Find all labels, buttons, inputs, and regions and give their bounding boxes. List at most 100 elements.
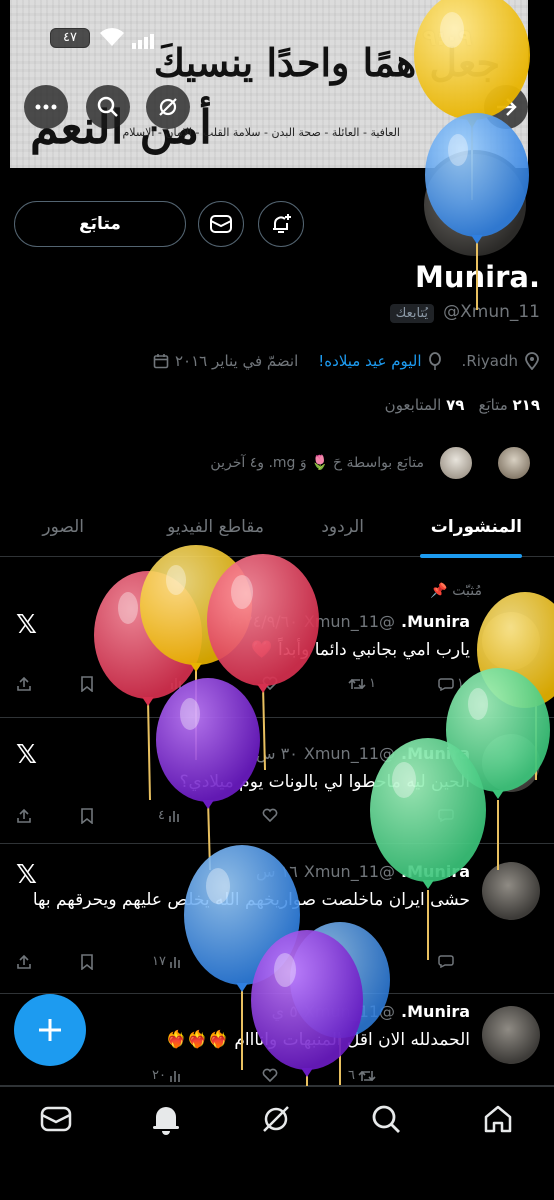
nav-search[interactable] (370, 1103, 402, 1135)
nav-notifications[interactable] (150, 1103, 182, 1135)
back-button[interactable] (484, 85, 528, 129)
share-icon (17, 954, 31, 969)
reply-button[interactable]: ١ (438, 676, 464, 691)
location-icon (525, 352, 539, 370)
chart-icon (171, 678, 181, 689)
search-button[interactable] (86, 85, 130, 129)
balloon-icon (428, 352, 441, 370)
chart-icon (170, 1070, 180, 1082)
post-text: الحين ليه ماحطوا لي بالونات يوم ميلادي؟ (179, 772, 471, 792)
notifications-button[interactable] (258, 201, 304, 247)
bookmark-icon (81, 808, 93, 824)
calendar-icon (153, 354, 169, 369)
post-item[interactable]: 𝕏 Munira. @Xmun_11 ٣٠ س الحين ليه ماحطوا… (0, 718, 554, 844)
share-button[interactable] (16, 808, 32, 824)
like-button[interactable] (262, 808, 281, 822)
views-count[interactable]: ١٧ (152, 954, 183, 969)
follow-counts: ٢١٩ متابَع ٧٩ المتابعون (385, 396, 540, 414)
x-logo-icon: 𝕏 (16, 610, 37, 640)
post-actions: ١ ١ (0, 676, 470, 698)
nav-grok[interactable] (260, 1103, 292, 1135)
post-avatar[interactable] (482, 734, 540, 792)
share-icon (17, 676, 31, 691)
home-icon (484, 1105, 512, 1133)
birthday-text[interactable]: اليوم عيد ميلاده! (318, 352, 421, 370)
repost-icon (358, 1070, 376, 1081)
tab-replies[interactable]: الردود (321, 517, 364, 537)
status-time: ٩:٠٩ (422, 26, 472, 51)
search-icon (97, 96, 118, 117)
heart-icon (262, 676, 278, 690)
heart-icon (262, 808, 278, 822)
views-count[interactable]: ٢٠ (152, 1068, 183, 1083)
reply-icon (438, 955, 454, 968)
follower-avatar (438, 445, 474, 481)
plus-icon (39, 1019, 61, 1041)
repost-button[interactable]: ١ (348, 676, 376, 691)
post-text: حشى ايران ماخلصت صواريخهم الله يخلص عليه… (32, 890, 470, 910)
active-tab-indicator (420, 554, 522, 558)
envelope-icon (40, 1106, 72, 1132)
joined-text: انضمّ في يناير ٢٠١٦ (175, 352, 299, 370)
bookmark-button[interactable] (80, 676, 94, 692)
follower-avatar (496, 445, 532, 481)
compose-post-button[interactable] (14, 994, 86, 1066)
message-button[interactable] (198, 201, 244, 247)
profile-meta: Riyadh. اليوم عيد ميلاده! انضمّ في يناير… (153, 352, 540, 370)
location-text: Riyadh. (461, 352, 518, 370)
tab-photos[interactable]: الصور (42, 517, 84, 537)
post-avatar[interactable] (482, 1006, 540, 1064)
post-actions: ١٧ (0, 954, 470, 976)
wifi-icon (98, 26, 126, 54)
reply-button[interactable] (438, 954, 457, 968)
bookmark-icon (81, 676, 93, 692)
chart-icon (169, 810, 179, 822)
post-header: Munira. @Xmun_11 ١٦ س (256, 862, 470, 881)
following-count-link[interactable]: ٢١٩ متابَع (478, 396, 540, 414)
status-bar: ٤٧ ٩:٠٩ (0, 0, 554, 60)
post-avatar[interactable] (482, 862, 540, 920)
pinned-label: مُثبّت 📌 (430, 583, 482, 599)
bottom-nav (0, 1086, 554, 1200)
tab-posts[interactable]: المنشورات (431, 517, 522, 537)
nav-home[interactable] (482, 1103, 514, 1135)
post-text: يارب امي بجانبي دائما وأبداً ❤️ (251, 640, 470, 660)
tab-videos[interactable]: مقاطع الفيديو (167, 517, 264, 537)
repost-button[interactable]: ٦ (348, 1068, 376, 1083)
nav-messages[interactable] (40, 1103, 72, 1135)
profile-avatar[interactable] (420, 150, 530, 260)
bell-plus-icon (273, 214, 291, 233)
post-header: Munira. @Xmun_11 ٥ ي (271, 1002, 470, 1021)
post-header: Munira. @Xmun_11 ٣٠ س (256, 744, 470, 763)
post-actions: ٤ (0, 808, 470, 830)
heart-icon (262, 1068, 278, 1082)
like-button[interactable] (262, 676, 281, 690)
envelope-icon (210, 215, 232, 233)
post-item[interactable]: 𝕏 Munira. @Xmun_11 ١٦ س حشى ايران ماخلصت… (0, 844, 554, 994)
post-avatar[interactable] (482, 612, 540, 670)
bookmark-icon (81, 954, 93, 970)
profile-handle: @Xmun_11 (443, 302, 540, 322)
grok-button[interactable] (146, 85, 190, 129)
followed-by-text[interactable]: متابَع بواسطة حَ 🌷 وَ mg. و٤ آخرين (210, 455, 424, 471)
share-button[interactable] (16, 954, 32, 970)
followers-count-link[interactable]: ٧٩ المتابعون (385, 396, 465, 414)
bookmark-button[interactable] (80, 954, 94, 970)
share-button[interactable] (16, 676, 32, 692)
reply-icon (438, 677, 454, 691)
reply-button[interactable] (438, 808, 457, 822)
x-logo-icon: 𝕏 (16, 740, 37, 770)
chart-icon (170, 956, 180, 968)
following-button[interactable]: متابَع (14, 201, 186, 247)
more-options-button[interactable] (24, 85, 68, 129)
arrow-right-icon (497, 98, 517, 116)
views-count[interactable] (170, 676, 187, 690)
more-icon (35, 104, 57, 110)
bookmark-button[interactable] (80, 808, 94, 824)
search-icon (372, 1105, 400, 1133)
post-item[interactable]: 𝕏 Munira. @Xmun_11 ٢٠٢٤/٩/٦٠ يارب امي بج… (0, 600, 554, 718)
post-header: Munira. @Xmun_11 ٢٠٢٤/٩/٦٠ (226, 612, 470, 631)
views-count[interactable]: ٤ (158, 808, 182, 823)
like-button[interactable] (262, 1068, 278, 1082)
repost-icon (348, 678, 366, 689)
